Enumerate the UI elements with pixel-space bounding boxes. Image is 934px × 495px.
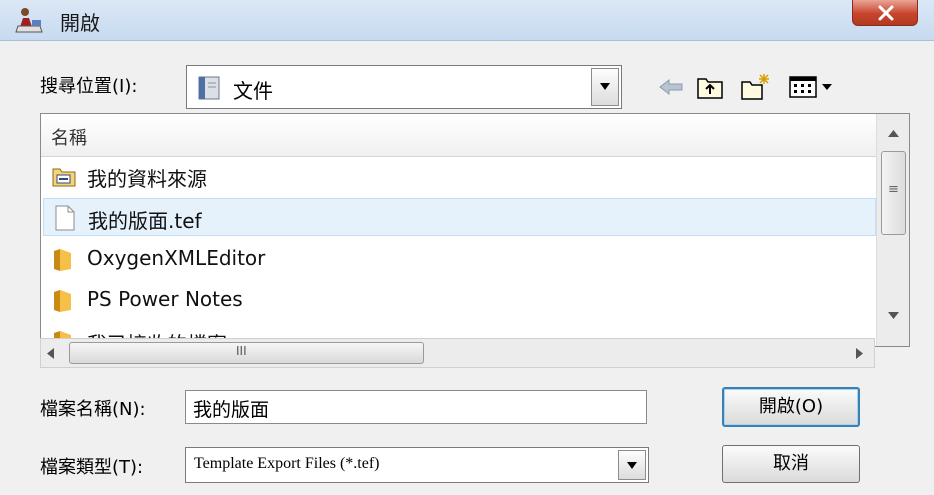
horizontal-scroll-thumb[interactable]: III: [69, 342, 424, 364]
vertical-scrollbar[interactable]: ≡: [876, 114, 909, 346]
folder-icon: [54, 249, 71, 271]
chevron-down-icon: [627, 462, 637, 469]
file-name-field[interactable]: 我的版面: [185, 390, 647, 424]
horizontal-scrollbar[interactable]: III: [40, 338, 875, 368]
look-in-dropdown[interactable]: 文件: [186, 65, 622, 109]
list-item[interactable]: PS Power Notes: [43, 281, 876, 319]
column-header-name[interactable]: 名稱: [41, 114, 876, 157]
folder-icon: [54, 290, 71, 312]
back-arrow-icon[interactable]: [656, 72, 686, 102]
window-title: 開啟: [60, 11, 100, 35]
close-button[interactable]: [852, 0, 918, 26]
up-folder-icon[interactable]: [695, 72, 725, 102]
file-type-label: 檔案類型(T):: [40, 457, 144, 478]
new-folder-icon[interactable]: [740, 72, 770, 102]
vertical-scroll-thumb[interactable]: ≡: [881, 151, 906, 235]
data-source-folder-icon: [52, 168, 76, 187]
file-name-value: 我的版面: [193, 399, 270, 421]
scroll-down-icon[interactable]: [888, 312, 899, 319]
scroll-up-icon[interactable]: [888, 130, 899, 137]
scroll-left-icon[interactable]: [47, 348, 54, 359]
file-icon: [55, 205, 75, 231]
list-item-label: PS Power Notes: [87, 287, 243, 311]
list-item-label: 我的版面.tef: [88, 209, 202, 233]
app-icon: [15, 8, 43, 33]
open-button[interactable]: 開啟(O): [722, 387, 860, 427]
list-item[interactable]: 我的資料來源: [43, 157, 876, 195]
list-item[interactable]: 我的版面.tef: [43, 198, 876, 236]
file-type-value: Template Export Files (*.tef): [194, 455, 380, 472]
chevron-down-icon: [600, 83, 610, 90]
list-item-label: 我的資料來源: [87, 167, 207, 191]
look-in-value: 文件: [233, 79, 273, 103]
file-list[interactable]: 名稱 我的資料來源 我的版面.tef OxygenXMLEditor PS Po…: [40, 113, 910, 347]
look-in-dropdown-button[interactable]: [591, 68, 619, 106]
look-in-label: 搜尋位置(I):: [40, 76, 138, 97]
scroll-grip: ≡: [888, 182, 899, 197]
scroll-right-icon[interactable]: [856, 348, 863, 359]
file-type-dropdown-button[interactable]: [618, 450, 646, 480]
file-name-label: 檔案名稱(N):: [40, 399, 146, 420]
file-type-dropdown[interactable]: Template Export Files (*.tef): [185, 447, 649, 483]
column-header-label: 名稱: [51, 128, 87, 149]
documents-folder-icon: [198, 76, 220, 100]
list-item[interactable]: OxygenXMLEditor: [43, 240, 876, 278]
list-item-label: OxygenXMLEditor: [87, 246, 266, 270]
cancel-button[interactable]: 取消: [722, 445, 860, 483]
scroll-grip: III: [236, 344, 247, 358]
open-file-dialog: 開啟 搜尋位置(I): 文件 名稱 我的資料來源 我的版面.tef Oxygen…: [0, 0, 934, 495]
view-menu-icon[interactable]: [788, 72, 838, 102]
title-bar: 開啟: [0, 0, 934, 41]
close-icon: [878, 5, 894, 21]
